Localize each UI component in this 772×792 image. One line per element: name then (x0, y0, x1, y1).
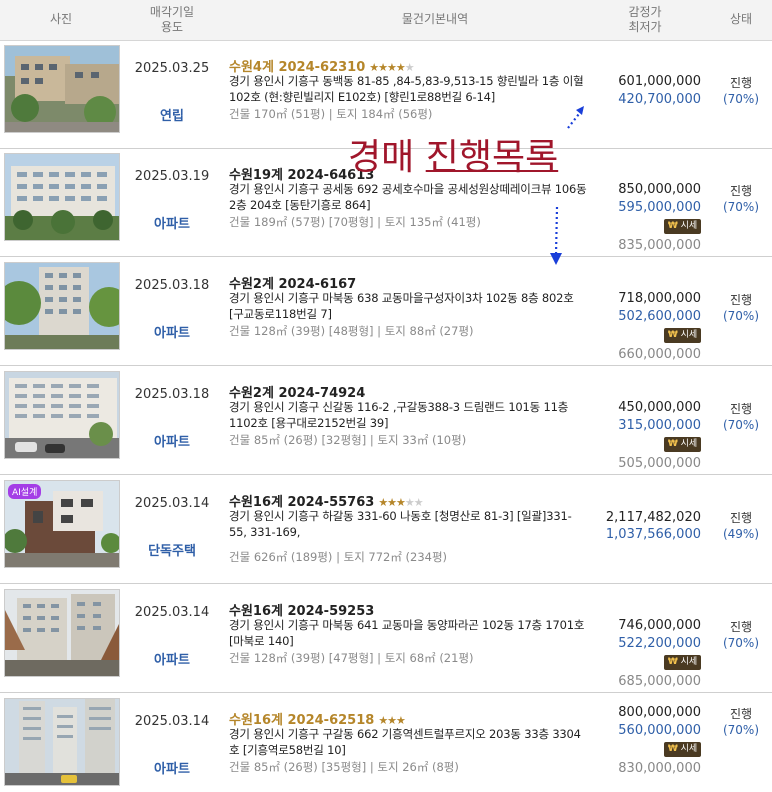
annotation-arrow-up-icon (567, 106, 584, 129)
market-price: 685,000,000 (618, 674, 701, 689)
property-type[interactable]: 아파트 (130, 758, 214, 777)
sale-date: 2025.03.25 (134, 61, 210, 76)
minimum-bid: 595,000,000 (618, 200, 701, 215)
header-status: 상태 (729, 12, 753, 26)
appraisal-price: 450,000,000 (618, 400, 701, 415)
property-type[interactable]: 단독주택 (130, 540, 214, 559)
appraisal-price: 718,000,000 (618, 291, 701, 306)
list-item[interactable]: AI설계 2025.03.14 단독주택 수원16계 2024-55763 ★★★… (0, 476, 772, 584)
header-photo: 사진 (49, 12, 73, 26)
status-badge: 진행 (729, 184, 753, 198)
market-price: 660,000,000 (618, 347, 701, 362)
ai-design-badge[interactable]: AI설계 (8, 484, 42, 499)
property-photo[interactable] (4, 262, 120, 350)
market-price-tag[interactable]: ₩ 시세 (664, 655, 701, 670)
status-badge: 진행 (729, 402, 753, 416)
sale-date: 2025.03.14 (134, 496, 210, 511)
property-type[interactable]: 아파트 (130, 649, 214, 668)
area-info: 건물 170㎡ (51평) | 토지 184㎡ (56평) (229, 107, 433, 121)
area-info: 건물 85㎡ (26평) [32평형] | 토지 33㎡ (10평) (229, 433, 467, 447)
list-item[interactable]: 2025.03.14 아파트 수원16계 2024-62518 ★★★ 경기 용인… (0, 694, 772, 792)
status-badge: 진행 (729, 620, 753, 634)
list-item[interactable]: 2025.03.14 아파트 수원16계 2024-59253 경기 용인시 기… (0, 585, 772, 693)
property-address: 경기 용인시 기흥구 구갈동 662 기흥역센트럴푸르지오 203동 33층 3… (229, 727, 581, 757)
sale-date: 2025.03.14 (134, 605, 210, 620)
bid-percent: (70%) (722, 92, 760, 106)
bid-percent: (49%) (722, 527, 760, 541)
minimum-bid: 315,000,000 (618, 418, 701, 433)
market-price-tag[interactable]: ₩ 시세 (664, 437, 701, 452)
area-info: 건물 128㎡ (39평) [48평형] | 토지 88㎡ (27평) (229, 324, 474, 338)
sale-date: 2025.03.14 (134, 714, 210, 729)
market-price: 505,000,000 (618, 456, 701, 471)
property-photo[interactable] (4, 371, 120, 459)
header-date-type: 매각기일 용도 (149, 5, 195, 34)
property-type[interactable]: 아파트 (130, 213, 214, 232)
sale-date: 2025.03.18 (134, 387, 210, 402)
market-price: 835,000,000 (618, 238, 701, 253)
property-photo[interactable] (4, 45, 120, 133)
minimum-bid: 502,600,000 (618, 309, 701, 324)
status-badge: 진행 (729, 707, 753, 721)
list-item[interactable]: 2025.03.18 아파트 수원2계 2024-74924 경기 용인시 기흥… (0, 367, 772, 475)
property-type[interactable]: 아파트 (130, 322, 214, 341)
bid-percent: (70%) (722, 636, 760, 650)
header-info: 물건기본내역 (401, 12, 469, 26)
market-price-tag[interactable]: ₩ 시세 (664, 219, 701, 234)
bid-percent: (70%) (722, 723, 760, 737)
appraisal-price: 601,000,000 (618, 74, 701, 89)
area-info: 건물 85㎡ (26평) [35평형] | 토지 26㎡ (8평) (229, 760, 459, 774)
market-price-tag[interactable]: ₩ 시세 (664, 328, 701, 343)
property-address: 경기 용인시 기흥구 공세동 692 공세호수마을 공세성원상떼레이크뷰 106… (229, 182, 587, 212)
status-badge: 진행 (729, 511, 753, 525)
status-badge: 진행 (729, 76, 753, 90)
appraisal-price: 746,000,000 (618, 618, 701, 633)
table-header: 사진 매각기일 용도 물건기본내역 감정가 최저가 상태 (0, 0, 772, 41)
property-address: 경기 용인시 기흥구 동백동 81-85 ,84-5,83-9,513-15 향… (229, 74, 584, 104)
bid-percent: (70%) (722, 200, 760, 214)
property-address: 경기 용인시 기흥구 마북동 638 교동마을구성자이3차 102동 8층 80… (229, 291, 574, 321)
status-badge: 진행 (729, 293, 753, 307)
market-price-tag[interactable]: ₩ 시세 (664, 742, 701, 757)
annotation-title: 경매 진행목록 (348, 137, 559, 178)
bid-percent: (70%) (722, 418, 760, 432)
property-photo[interactable] (4, 589, 120, 677)
appraisal-price: 800,000,000 (618, 705, 701, 720)
property-address: 경기 용인시 기흥구 마북동 641 교동마을 동양파라곤 102동 17층 1… (229, 618, 585, 648)
property-photo[interactable]: AI설계 (4, 480, 120, 568)
header-price: 감정가 최저가 (628, 5, 662, 34)
property-type[interactable]: 연립 (130, 105, 214, 124)
area-info: 건물 189㎡ (57평) [70평형] | 토지 135㎡ (41평) (229, 215, 481, 229)
annotation-arrow-down-icon (550, 206, 562, 265)
minimum-bid: 522,200,000 (618, 636, 701, 651)
property-photo[interactable] (4, 698, 120, 786)
list-item[interactable]: 2025.03.18 아파트 수원2계 2024-6167 경기 용인시 기흥구… (0, 258, 772, 366)
minimum-bid: 1,037,566,000 (605, 527, 701, 542)
area-info: 건물 128㎡ (39평) [47평형] | 토지 68㎡ (21평) (229, 651, 474, 665)
sale-date: 2025.03.18 (134, 278, 210, 293)
property-type[interactable]: 아파트 (130, 431, 214, 450)
appraisal-price: 850,000,000 (618, 182, 701, 197)
bid-percent: (70%) (722, 309, 760, 323)
property-photo[interactable] (4, 153, 120, 241)
minimum-bid: 560,000,000 (618, 723, 701, 738)
appraisal-price: 2,117,482,020 (605, 510, 701, 525)
property-address: 경기 용인시 기흥구 하갈동 331-60 나동호 [청명산로 81-3] [일… (229, 509, 572, 539)
market-price: 830,000,000 (618, 761, 701, 776)
sale-date: 2025.03.19 (134, 169, 210, 184)
minimum-bid: 420,700,000 (618, 92, 701, 107)
property-address: 경기 용인시 기흥구 신갈동 116-2 ,구갈동388-3 드림랜드 101동… (229, 400, 569, 430)
area-info: 건물 626㎡ (189평) | 토지 772㎡ (234평) (229, 550, 448, 564)
